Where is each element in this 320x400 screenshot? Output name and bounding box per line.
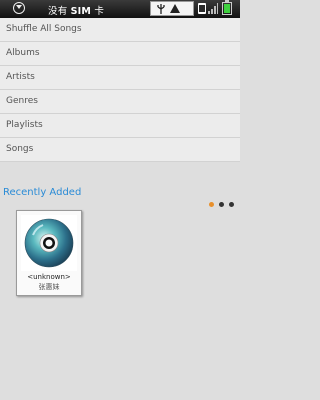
page-dot-active <box>209 202 214 207</box>
menu-item-albums[interactable]: Albums <box>0 42 240 66</box>
notification-icons[interactable] <box>150 1 194 16</box>
menu-item-genres[interactable]: Genres <box>0 90 240 114</box>
recently-added-title: Recently Added <box>3 187 82 198</box>
page-dot <box>219 202 224 207</box>
menu-item-playlists[interactable]: Playlists <box>0 114 240 138</box>
album-artist: 张惠妹 <box>38 283 60 291</box>
status-bar: 没有 SIM 卡 <box>0 0 240 18</box>
album-card[interactable]: <unknown> 张惠妹 <box>16 210 82 296</box>
carrier-label: 没有 SIM 卡 <box>48 6 105 17</box>
usb-icon <box>157 4 165 14</box>
page-dot <box>229 202 234 207</box>
menu-down-icon[interactable] <box>13 2 25 14</box>
recently-added-header: Recently Added <box>0 185 240 207</box>
battery-icon <box>222 0 232 15</box>
album-name: <unknown> <box>27 273 71 281</box>
signal-icon <box>208 3 218 14</box>
cd-disc-icon <box>24 218 74 268</box>
menu-item-artists[interactable]: Artists <box>0 66 240 90</box>
warning-icon <box>170 4 180 13</box>
library-menu: Shuffle All Songs Albums Artists Genres … <box>0 18 240 162</box>
menu-item-shuffle-all-songs[interactable]: Shuffle All Songs <box>0 18 240 42</box>
page-indicator <box>204 192 234 211</box>
menu-item-songs[interactable]: Songs <box>0 138 240 162</box>
sim-icon <box>198 3 206 14</box>
album-cover <box>21 215 77 271</box>
